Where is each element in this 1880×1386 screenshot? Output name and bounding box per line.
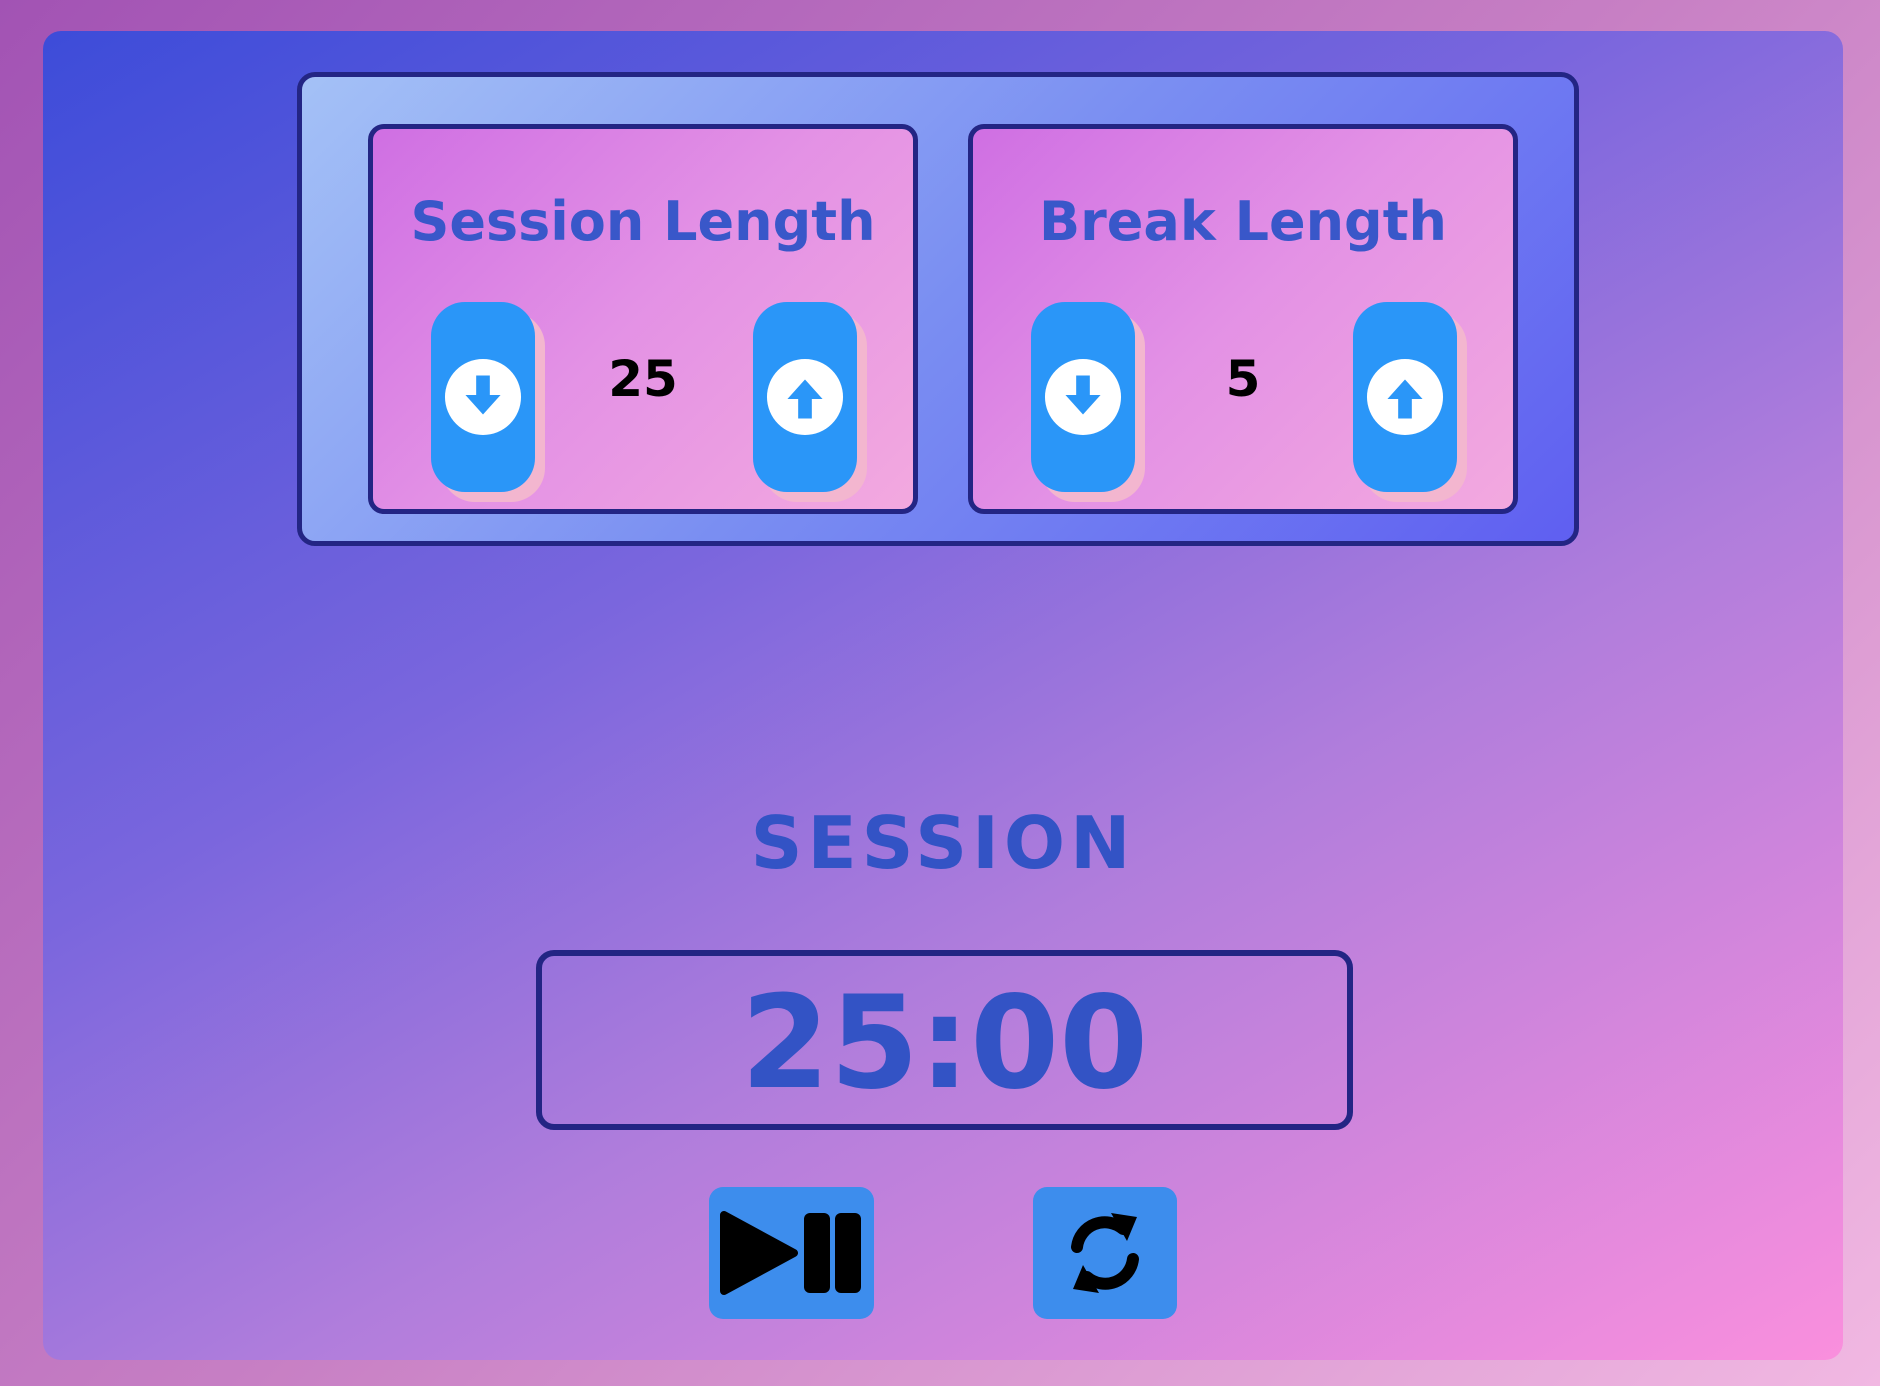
arrow-circle-down-icon bbox=[1044, 358, 1122, 436]
arrow-circle-down-icon bbox=[444, 358, 522, 436]
timer-display: 25:00 bbox=[536, 950, 1353, 1130]
pomodoro-app: Session Length 25 Break Length 5 SESSION… bbox=[43, 31, 1843, 1360]
timer-label: SESSION bbox=[750, 801, 1136, 885]
break-length-value: 5 bbox=[1225, 350, 1261, 408]
session-decrement-button[interactable] bbox=[431, 302, 535, 492]
session-length-card: Session Length 25 bbox=[368, 124, 918, 514]
session-length-value: 25 bbox=[608, 350, 678, 408]
time-left: 25:00 bbox=[740, 969, 1149, 1118]
session-increment-button[interactable] bbox=[753, 302, 857, 492]
sync-icon bbox=[1071, 1213, 1139, 1293]
break-decrement-button[interactable] bbox=[1031, 302, 1135, 492]
reset-button[interactable] bbox=[1033, 1187, 1177, 1319]
arrow-circle-up-icon bbox=[766, 358, 844, 436]
break-length-card: Break Length 5 bbox=[968, 124, 1518, 514]
break-increment-button[interactable] bbox=[1353, 302, 1457, 492]
arrow-circle-up-icon bbox=[1366, 358, 1444, 436]
length-settings-panel: Session Length 25 Break Length 5 bbox=[297, 72, 1579, 546]
start-stop-button[interactable] bbox=[709, 1187, 874, 1319]
play-pause-icon bbox=[719, 1211, 861, 1295]
session-length-label: Session Length bbox=[410, 190, 876, 253]
break-length-label: Break Length bbox=[1039, 190, 1447, 253]
